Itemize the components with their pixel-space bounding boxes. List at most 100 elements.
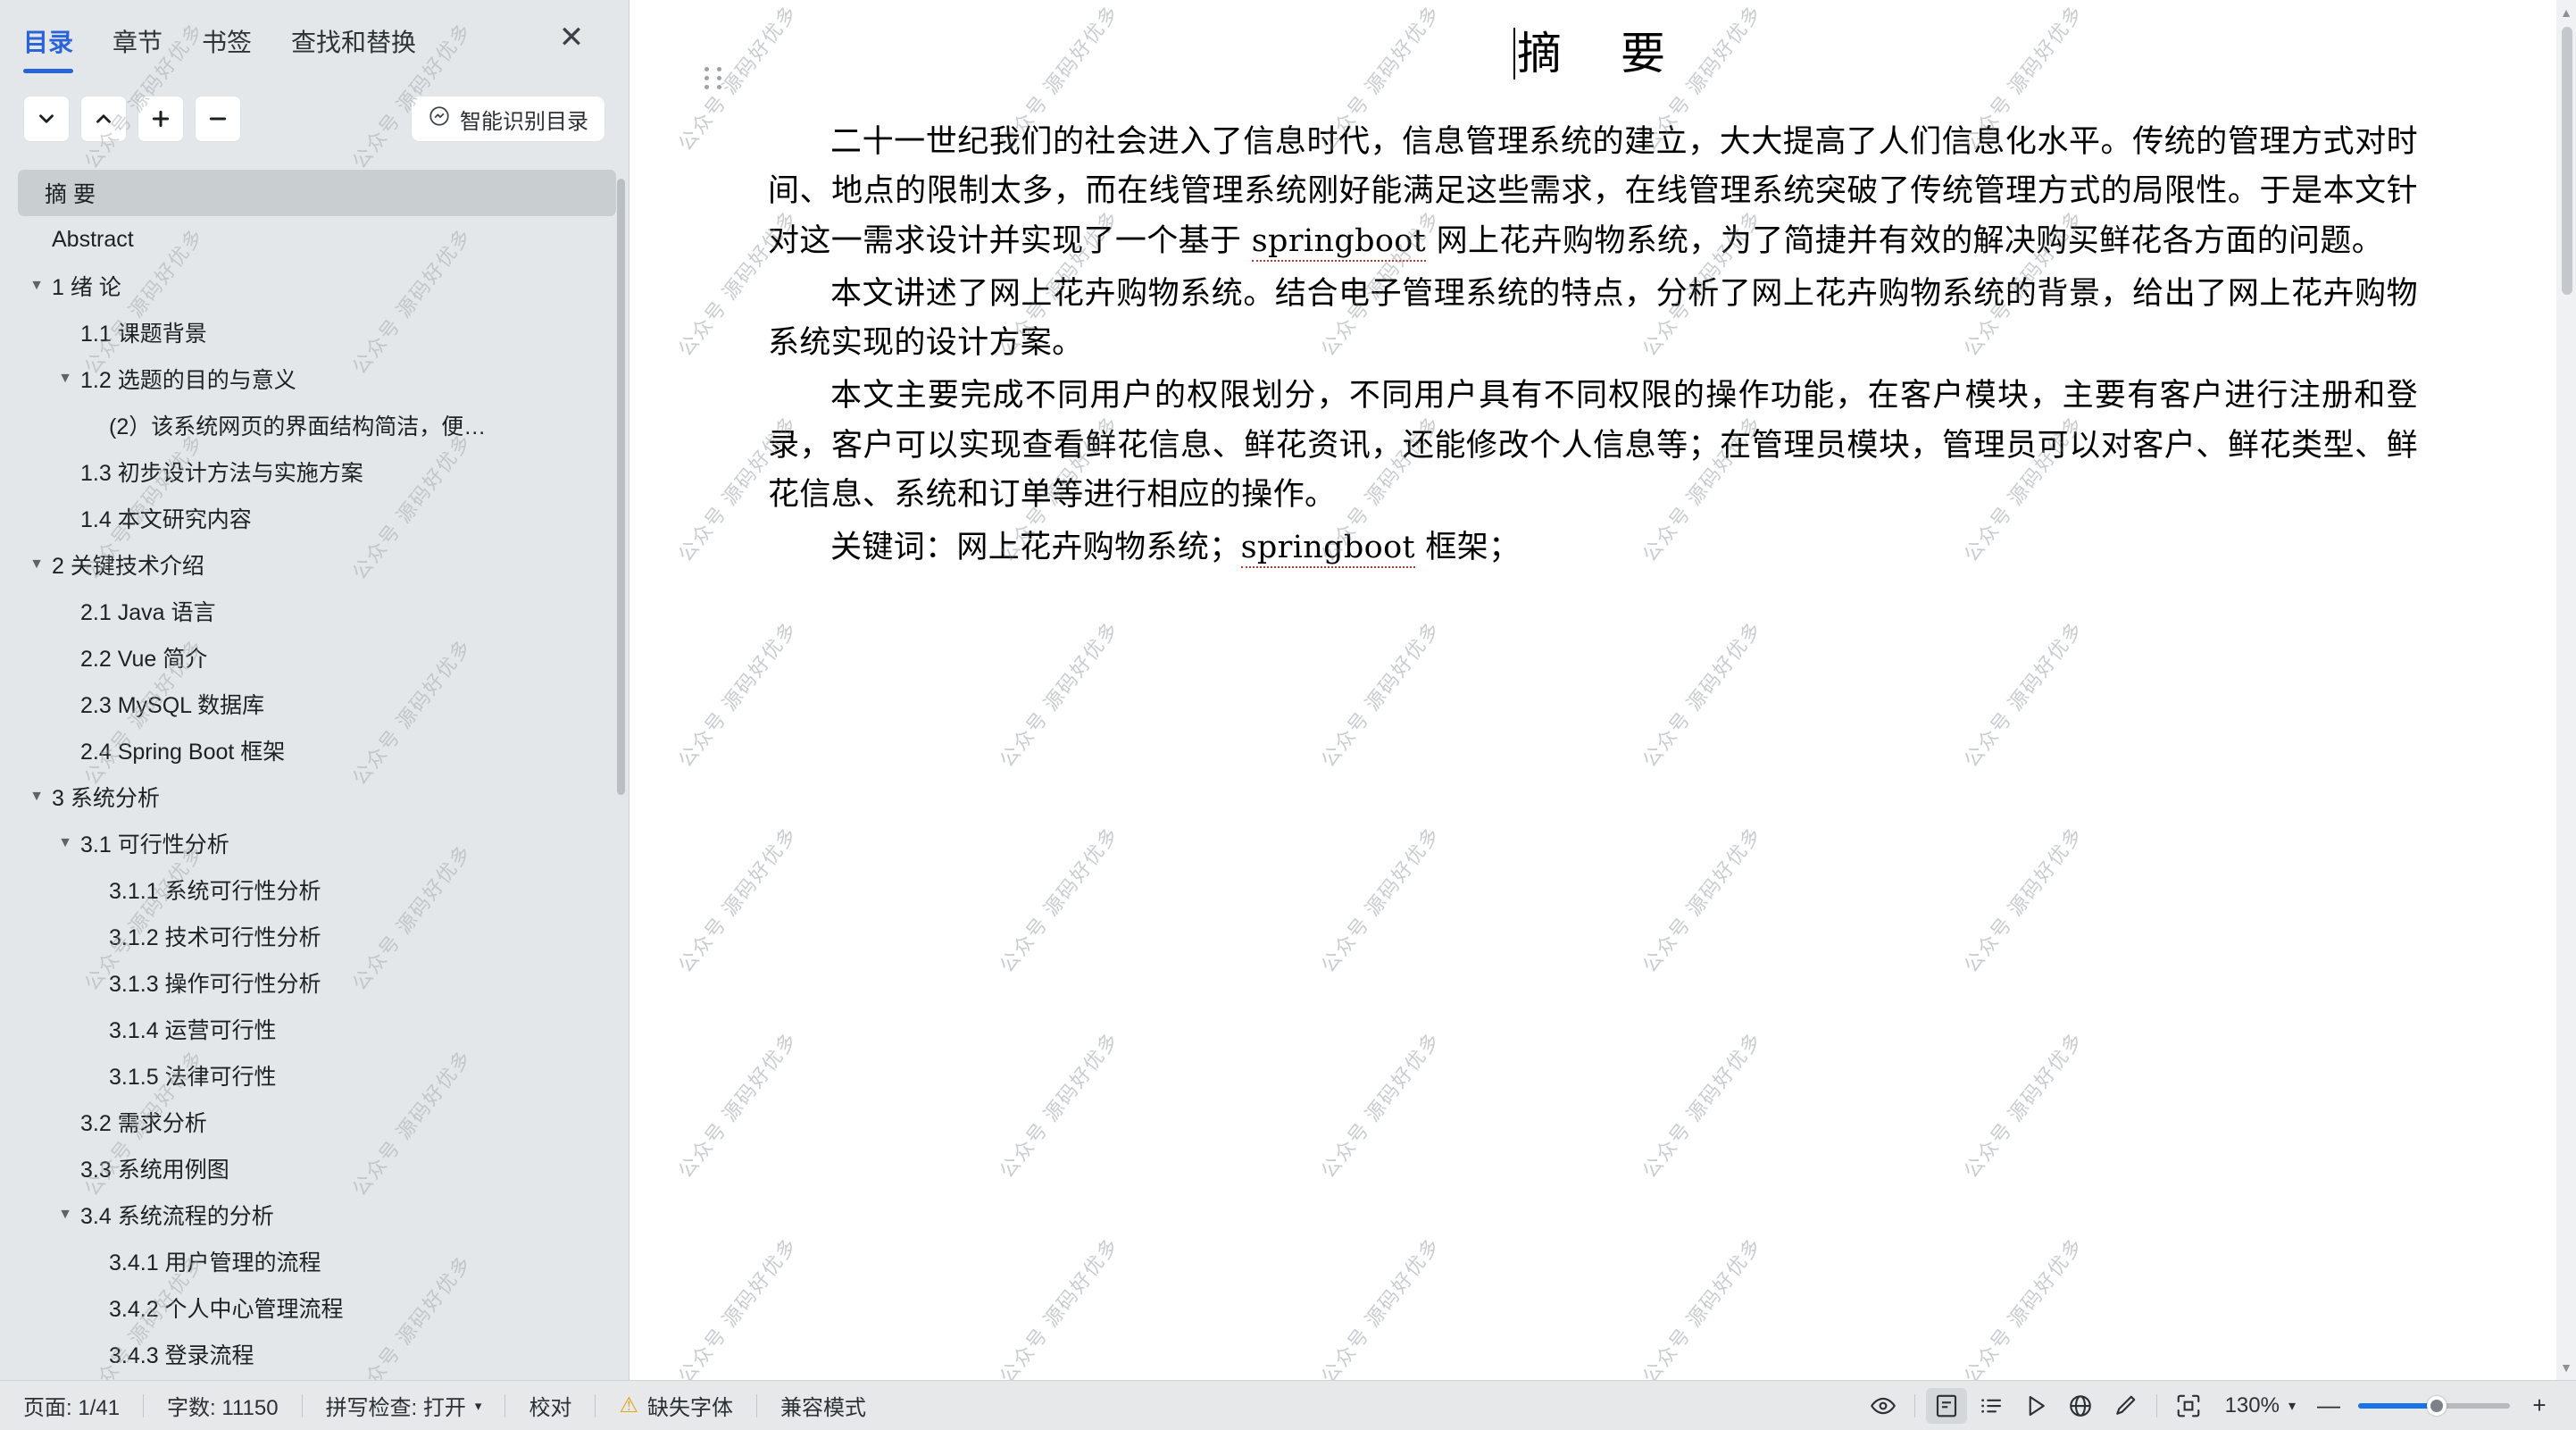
tab-bookmarks[interactable]: 书签 <box>202 23 252 68</box>
misspelled-word-keywords[interactable]: springboot <box>1240 530 1415 569</box>
chevron-down-icon[interactable]: ▼ <box>25 278 48 294</box>
watermark-text: 公众号 源码好优多 <box>1959 822 2088 977</box>
watermark-text: 公众号 源码好优多 <box>1638 822 1766 977</box>
spellcheck-label: 拼写检查: 打开 <box>325 1396 466 1420</box>
chevron-down-icon[interactable]: ▼ <box>25 556 48 573</box>
toc-item[interactable]: ▼ 3.1 可行性分析 <box>0 820 629 866</box>
toc-item-label: 1 绪 论 <box>52 275 121 300</box>
toc-item[interactable]: ▼(2）该系统网页的界面结构简洁，便… <box>0 402 629 448</box>
toc-item[interactable]: ▼ 3 系统分析 <box>0 774 629 820</box>
toc-item[interactable]: ▼3.1.3 操作可行性分析 <box>0 959 629 1006</box>
chevron-down-icon[interactable]: ▼ <box>54 835 77 851</box>
toc-item[interactable]: ▼3.3 系统用例图 <box>0 1145 629 1192</box>
pen-icon[interactable] <box>2105 1388 2146 1424</box>
missing-font-warning[interactable]: ⚠ 缺失字体 <box>596 1390 756 1421</box>
web-view-icon[interactable] <box>2060 1388 2101 1424</box>
toc-item[interactable]: ▼3.1.4 运营可行性 <box>0 1006 629 1052</box>
paragraph-3[interactable]: 本文主要完成不同用户的权限划分，不同用户具有不同权限的操作功能，在客户模块，主要… <box>768 372 2418 520</box>
zoom-slider-knob[interactable] <box>2427 1395 2447 1416</box>
tab-find-replace[interactable]: 查找和替换 <box>291 23 416 68</box>
toc-item[interactable]: ▼ 3.4 系统流程的分析 <box>0 1192 629 1238</box>
chevron-down-icon[interactable]: ▾ <box>475 1398 482 1414</box>
main-content-row: 目录 章节 书签 查找和替换 ✕ 智能识别目录 摘 要 Abstract ▼ 1… <box>0 0 2576 1380</box>
outline-view-icon[interactable] <box>1971 1388 2012 1424</box>
document-scrollbar-track[interactable]: ▲ ▼ <box>2556 0 2576 1380</box>
fit-screen-icon[interactable] <box>2168 1388 2209 1424</box>
table-of-contents-list[interactable]: ▼摘 要▼Abstract▼1 绪 论▼1.1 课题背景▼1.2 选题的目的与意… <box>0 163 629 1380</box>
toc-item[interactable]: ▼3.4.2 个人中心管理流程 <box>0 1284 629 1331</box>
chevron-down-icon[interactable]: ▼ <box>25 789 48 805</box>
document-scrollbar-thumb[interactable] <box>2562 27 2572 295</box>
keywords-paragraph[interactable]: 关键词：网上花卉购物系统；springboot 框架； <box>768 523 2418 573</box>
toc-item-label: 3.4.3 登录流程 <box>109 1343 254 1368</box>
toc-item[interactable]: ▼3.1.1 系统可行性分析 <box>0 866 629 913</box>
watermark-text: 公众号 源码好优多 <box>995 1233 1123 1380</box>
toc-item[interactable]: ▼1.1 课题背景 <box>0 309 629 355</box>
zoom-slider[interactable] <box>2358 1395 2510 1416</box>
scroll-down-icon[interactable]: ▼ <box>2560 1360 2572 1375</box>
promote-level-button[interactable] <box>138 96 184 142</box>
eye-icon[interactable] <box>1863 1388 1904 1424</box>
watermark-text: 公众号 源码好优多 <box>1959 1233 2088 1380</box>
zoom-in-button[interactable]: + <box>2524 1392 2555 1419</box>
close-icon[interactable]: ✕ <box>554 20 589 55</box>
misspelled-word[interactable]: springboot <box>1251 222 1427 262</box>
toc-item[interactable]: ▼1.3 初步设计方法与实施方案 <box>0 448 629 495</box>
toc-item[interactable]: ▼ 2 关键技术介绍 <box>0 541 629 588</box>
toc-item[interactable]: ▼3.4.1 用户管理的流程 <box>0 1238 629 1284</box>
toc-item[interactable]: ▼ 1 绪 论 <box>0 263 629 309</box>
spellcheck-status[interactable]: 拼写检查: 打开 ▾ <box>303 1390 505 1421</box>
chevron-down-icon[interactable]: ▼ <box>54 1207 77 1223</box>
keywords-label: 关键词：网上花卉购物系统； <box>830 530 1241 566</box>
page-indicator[interactable]: 页面: 1/41 <box>0 1390 143 1421</box>
document-body[interactable]: 摘 要 二十一世纪我们的社会进入了信息时代，信息管理系统的建立，大大提高了人们信… <box>768 18 2418 577</box>
toc-item[interactable]: ▼3.2 需求分析 <box>0 1099 629 1145</box>
toc-item-label: 2.2 Vue 简介 <box>80 647 208 672</box>
chevron-down-icon[interactable]: ▾ <box>2288 1397 2296 1415</box>
document-area: 摘 要 二十一世纪我们的社会进入了信息时代，信息管理系统的建立，大大提高了人们信… <box>629 0 2576 1380</box>
page-view-icon[interactable] <box>1925 1387 1967 1424</box>
watermark-text: 公众号 源码好优多 <box>995 1027 1123 1183</box>
toc-item[interactable]: ▼Abstract <box>0 216 629 263</box>
toc-item[interactable]: ▼摘 要 <box>18 170 616 216</box>
smart-toc-label: 智能识别目录 <box>460 109 588 134</box>
toc-item[interactable]: ▼3.4.3 登录流程 <box>0 1331 629 1377</box>
paragraph-2[interactable]: 本文讲述了网上花卉购物系统。结合电子管理系统的特点，分析了网上花卉购物系统的背景… <box>768 270 2418 369</box>
tab-chapters[interactable]: 章节 <box>113 23 163 68</box>
divider <box>2155 1393 2157 1417</box>
toc-item-label: 2 关键技术介绍 <box>52 554 204 579</box>
toc-item[interactable]: ▼2.1 Java 语言 <box>0 588 629 634</box>
scroll-up-icon[interactable]: ▲ <box>2560 5 2572 20</box>
toc-item-label: 3.4 系统流程的分析 <box>80 1204 274 1229</box>
toc-item[interactable]: ▼2.3 MySQL 数据库 <box>0 681 629 727</box>
zoom-out-button[interactable]: — <box>2313 1392 2344 1419</box>
toc-item[interactable]: ▼3.1.2 技术可行性分析 <box>0 913 629 959</box>
next-heading-button[interactable] <box>23 96 70 142</box>
proofread-button[interactable]: 校对 <box>505 1390 595 1421</box>
toc-item[interactable]: ▼2.2 Vue 简介 <box>0 634 629 681</box>
chevron-down-icon[interactable]: ▼ <box>54 371 77 387</box>
toc-item[interactable]: ▼1.4 本文研究内容 <box>0 495 629 541</box>
toc-item[interactable]: ▼ 1.2 选题的目的与意义 <box>0 355 629 402</box>
smart-toc-button[interactable]: 智能识别目录 <box>411 96 605 142</box>
compatibility-mode[interactable]: 兼容模式 <box>757 1390 889 1421</box>
toc-item-label: 摘 要 <box>45 182 96 207</box>
document-page[interactable]: 摘 要 二十一世纪我们的社会进入了信息时代，信息管理系统的建立，大大提高了人们信… <box>629 0 2556 1380</box>
watermark-text: 公众号 源码好优多 <box>673 1233 802 1380</box>
demote-level-button[interactable] <box>195 96 241 142</box>
paragraph-1[interactable]: 二十一世纪我们的社会进入了信息时代，信息管理系统的建立，大大提高了人们信息化水平… <box>768 118 2418 266</box>
tab-contents[interactable]: 目录 <box>23 23 74 73</box>
paragraph-drag-handle[interactable] <box>704 64 724 91</box>
watermark-text: 公众号 源码好优多 <box>995 616 1123 772</box>
play-icon[interactable] <box>2015 1388 2056 1424</box>
toc-item-label: 3.2 需求分析 <box>80 1111 207 1136</box>
toc-item[interactable]: ▼3.1.5 法律可行性 <box>0 1052 629 1099</box>
previous-heading-button[interactable] <box>80 96 127 142</box>
word-count[interactable]: 字数: 11150 <box>144 1390 302 1421</box>
sidebar-scrollbar[interactable] <box>617 179 625 795</box>
toc-item[interactable]: ▼2.4 Spring Boot 框架 <box>0 727 629 774</box>
toc-item-label: 3.1.5 法律可行性 <box>109 1065 277 1090</box>
toc-item-label: 1.4 本文研究内容 <box>80 507 252 532</box>
zoom-level[interactable]: 130% <box>2225 1393 2280 1418</box>
page-title: 摘 要 <box>768 18 2418 82</box>
